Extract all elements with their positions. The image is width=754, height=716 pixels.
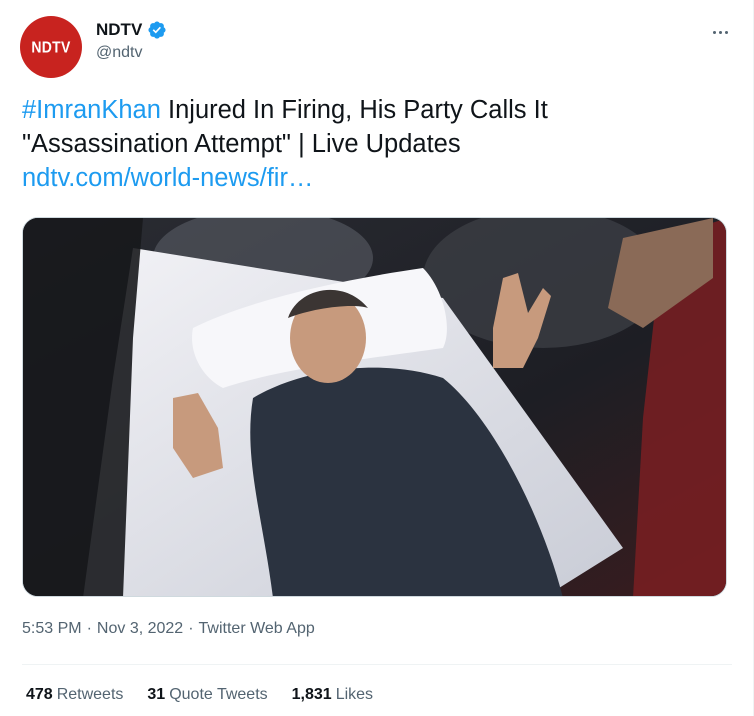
display-name[interactable]: NDTV (96, 20, 142, 40)
verified-badge-icon (148, 21, 166, 39)
likes-label: Likes (335, 686, 374, 703)
tweet-text-line1: Injured In Firing, His Party Calls It (160, 96, 548, 124)
divider (22, 664, 732, 665)
author-info: NDTV @ndtv (96, 20, 167, 62)
retweets-label: Retweets (56, 686, 124, 703)
separator: · (86, 620, 92, 637)
avatar[interactable]: NDTV (20, 16, 82, 78)
hashtag-link[interactable]: #ImranKhan (22, 96, 161, 124)
ndtv-logo: NDTV (31, 38, 71, 56)
tweet-text-line2: "Assassination Attempt" | Live Updates (22, 130, 461, 158)
article-link[interactable]: ndtv.com/world-news/fir… (22, 164, 313, 192)
tweet-card: NDTV NDTV @ndtv #ImranKhan Injured In Fi… (0, 0, 754, 716)
tweet-photo[interactable] (22, 217, 727, 597)
timestamp-row: 5:53 PM · Nov 3, 2022 · Twitter Web App (22, 620, 315, 638)
retweets-stat[interactable]: 478 Retweets (26, 686, 123, 704)
likes-stat[interactable]: 1,831 Likes (292, 686, 373, 704)
likes-count: 1,831 (291, 686, 332, 703)
dot (712, 30, 716, 34)
quote-tweets-label: Quote Tweets (169, 686, 268, 703)
tweet-time[interactable]: 5:53 PM (22, 620, 82, 638)
display-name-row: NDTV (96, 20, 167, 40)
photo-illustration (23, 218, 726, 596)
tweet-text: #ImranKhan Injured In Firing, His Party … (22, 93, 722, 195)
dot (718, 30, 722, 34)
handle[interactable]: @ndtv (96, 44, 167, 62)
separator: · (188, 620, 194, 637)
more-options-icon[interactable] (709, 22, 731, 42)
tweet-source[interactable]: Twitter Web App (199, 620, 315, 638)
retweets-count: 478 (26, 686, 53, 703)
dot (724, 30, 728, 34)
engagement-stats: 478 Retweets 31 Quote Tweets 1,831 Likes (26, 686, 373, 704)
tweet-date[interactable]: Nov 3, 2022 (97, 620, 183, 638)
quote-tweets-stat[interactable]: 31 Quote Tweets (147, 686, 267, 704)
quote-tweets-count: 31 (147, 686, 166, 703)
